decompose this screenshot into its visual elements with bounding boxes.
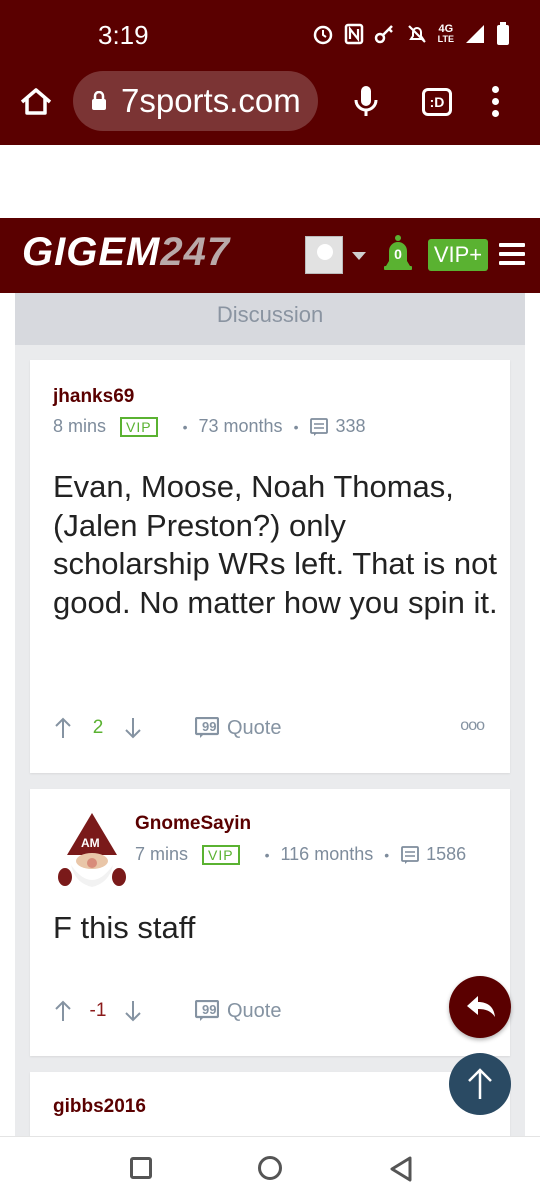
svg-text:AM: AM — [81, 836, 100, 850]
member-tenure: 116 months — [280, 844, 374, 864]
vpn-key-icon — [374, 25, 393, 44]
comment-count-icon — [401, 845, 420, 864]
upvote-arrow-icon[interactable] — [53, 716, 73, 740]
notification-count: 0 — [394, 246, 402, 262]
quote-button[interactable]: Quote — [227, 717, 281, 740]
tab-switcher-button[interactable]: :D — [422, 88, 452, 116]
ad-space — [0, 145, 540, 218]
post-time[interactable]: 7 mins — [135, 844, 188, 865]
separator-dot: • — [293, 418, 299, 435]
lock-icon — [92, 91, 106, 110]
network-type-indicator: 4G LTE — [437, 23, 454, 45]
gnome-avatar[interactable]: AM — [57, 811, 127, 889]
nfc-icon — [344, 23, 363, 45]
chevron-down-icon[interactable] — [352, 252, 366, 260]
vip-badge: VIP — [202, 844, 240, 865]
post-body: Evan, Moose, Noah Thomas, (Jalen Preston… — [53, 469, 498, 620]
post-meta: 7 mins VIP • 116 months • 1586 — [135, 844, 466, 865]
recent-apps-icon[interactable] — [130, 1157, 152, 1179]
logo-text: GIGEM — [22, 230, 161, 274]
system-navigation-bar — [0, 1136, 540, 1200]
post-card: gibbs2016 — [30, 1072, 510, 1136]
site-logo[interactable]: GIGEM247 — [22, 230, 230, 275]
post-username[interactable]: GnomeSayin — [135, 813, 251, 835]
post-time[interactable]: 8 mins — [53, 416, 106, 437]
separator-dot: • — [182, 418, 188, 435]
quote-button[interactable]: Quote — [227, 1000, 281, 1023]
site-header: GIGEM247 0 VIP+ — [0, 218, 540, 293]
microphone-icon[interactable] — [352, 84, 380, 120]
scroll-to-top-button[interactable] — [449, 1053, 511, 1115]
user-post-count: 1586 — [426, 844, 467, 864]
post-actions: -1 99 Quote — [53, 999, 281, 1023]
browser-toolbar: 7sports.com :D — [0, 70, 540, 145]
quote-icon[interactable]: 99 — [195, 717, 219, 739]
battery-icon — [497, 22, 509, 45]
upvote-arrow-icon[interactable] — [53, 999, 73, 1023]
status-icons: 4G LTE — [312, 22, 510, 46]
more-options-icon[interactable]: ooo — [460, 717, 485, 735]
status-bar: 3:19 4G LTE — [0, 0, 540, 70]
network-sub-label: LTE — [437, 34, 454, 44]
svg-text:99: 99 — [202, 1002, 216, 1017]
status-time: 3:19 — [98, 20, 149, 50]
arrow-up-icon — [468, 1068, 492, 1099]
home-icon[interactable] — [18, 84, 54, 120]
post-score: -1 — [89, 1000, 107, 1021]
back-triangle-icon[interactable] — [388, 1155, 414, 1183]
svg-text:99: 99 — [202, 719, 216, 734]
quote-icon[interactable]: 99 — [195, 1000, 219, 1022]
separator-dot: • — [384, 846, 390, 863]
reply-icon — [467, 996, 495, 1017]
url-text: 7sports.com — [121, 82, 301, 119]
notifications-off-icon — [407, 25, 426, 43]
user-post-count: 338 — [335, 416, 366, 436]
notifications-button[interactable]: 0 — [381, 234, 415, 274]
post-actions: 2 99 Quote — [53, 716, 281, 740]
signal-icon — [466, 25, 484, 43]
alarm-icon — [313, 25, 332, 45]
reply-button[interactable] — [449, 976, 511, 1038]
downvote-arrow-icon[interactable] — [123, 716, 143, 740]
post-card: AM GnomeSayin 7 mins VIP • 116 months • … — [30, 789, 510, 1056]
discussion-header: Discussion — [15, 293, 525, 345]
logo-number: 247 — [160, 230, 231, 274]
user-avatar[interactable] — [305, 236, 343, 274]
post-username[interactable]: gibbs2016 — [53, 1096, 146, 1118]
vip-plus-button[interactable]: VIP+ — [428, 239, 488, 271]
browser-menu-icon[interactable] — [492, 86, 500, 122]
post-meta: 8 mins VIP • 73 months • 338 — [53, 416, 366, 437]
vip-badge: VIP — [120, 416, 158, 437]
downvote-arrow-icon[interactable] — [123, 999, 143, 1023]
post-score: 2 — [92, 717, 104, 738]
address-bar[interactable]: 7sports.com — [73, 71, 318, 131]
post-card: jhanks69 8 mins VIP • 73 months • 338 Ev… — [30, 360, 510, 773]
separator-dot: • — [264, 846, 270, 863]
post-body: F this staff — [53, 910, 196, 945]
hamburger-menu-icon[interactable] — [499, 243, 525, 270]
comment-count-icon — [310, 417, 329, 436]
network-label: 4G — [438, 23, 454, 35]
member-tenure: 73 months — [198, 416, 283, 436]
home-circle-icon[interactable] — [258, 1156, 282, 1180]
post-username[interactable]: jhanks69 — [53, 386, 134, 408]
